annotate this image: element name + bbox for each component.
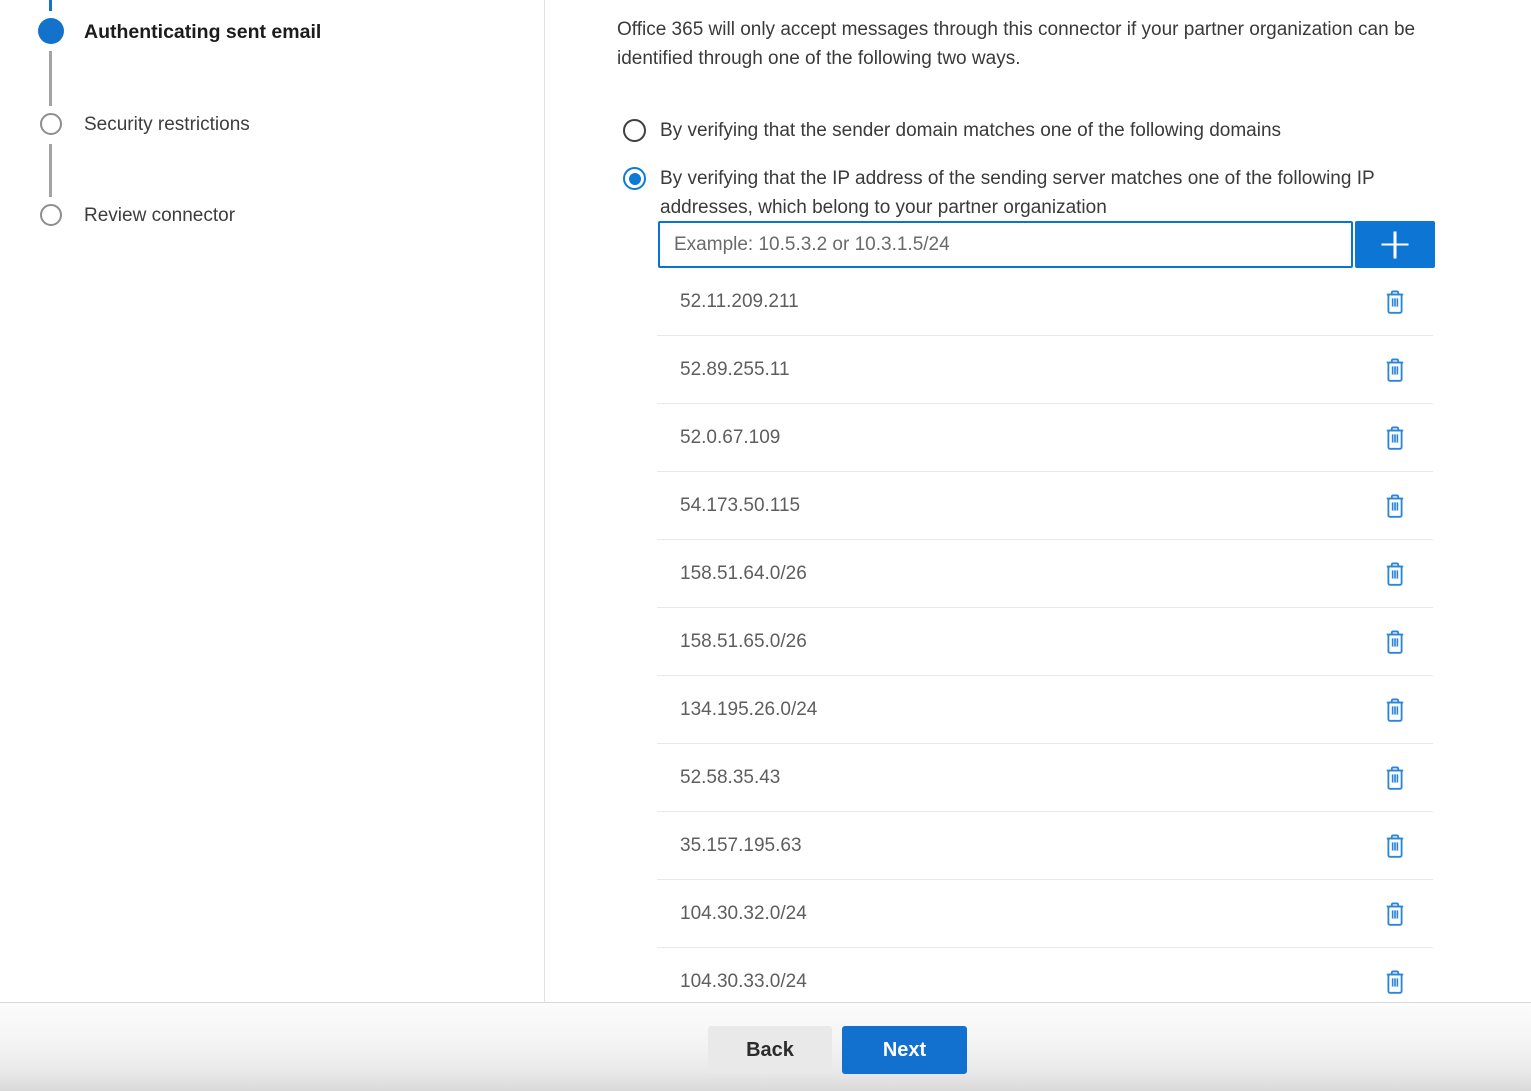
ip-row: 104.30.32.0/24 [657, 880, 1433, 948]
ip-row: 54.173.50.115 [657, 472, 1433, 540]
ip-row: 52.58.35.43 [657, 744, 1433, 812]
radio-ip-address-label[interactable]: By verifying that the IP address of the … [660, 165, 1375, 222]
ip-row: 35.157.195.63 [657, 812, 1433, 880]
ip-row: 158.51.64.0/26 [657, 540, 1433, 608]
ip-address: 104.30.32.0/24 [680, 903, 807, 925]
trash-icon [1384, 289, 1406, 315]
trash-icon [1384, 357, 1406, 383]
ip-address-list: 52.11.209.211 52.89.255.11 [657, 268, 1433, 1002]
ip-row: 104.30.33.0/24 [657, 948, 1433, 1002]
delete-ip-button[interactable] [1381, 627, 1409, 657]
next-button[interactable]: Next [842, 1026, 967, 1074]
plus-icon [1382, 231, 1409, 258]
ip-address: 54.173.50.115 [680, 495, 800, 517]
step-indicator-active [38, 18, 64, 44]
connector-wizard: Authenticating sent email Security restr… [0, 0, 1531, 1091]
trash-icon [1384, 425, 1406, 451]
trash-icon [1384, 493, 1406, 519]
trash-icon [1384, 901, 1406, 927]
trash-icon [1384, 629, 1406, 655]
ip-address: 158.51.64.0/26 [680, 563, 807, 585]
step-indicator-security-restrictions [40, 113, 62, 135]
ip-row: 52.89.255.11 [657, 336, 1433, 404]
delete-ip-button[interactable] [1381, 763, 1409, 793]
delete-ip-button[interactable] [1381, 831, 1409, 861]
ip-address: 134.195.26.0/24 [680, 699, 817, 721]
ip-address: 52.11.209.211 [680, 291, 799, 313]
ip-address-input[interactable] [658, 221, 1353, 268]
stepper-connector [49, 51, 52, 106]
step-authenticating-sent-email[interactable]: Authenticating sent email [84, 20, 321, 44]
delete-ip-button[interactable] [1381, 967, 1409, 997]
delete-ip-button[interactable] [1381, 491, 1409, 521]
step-content: Office 365 will only accept messages thr… [617, 0, 1531, 1002]
wizard-footer: Back Next [0, 1002, 1531, 1091]
ip-row: 52.11.209.211 [657, 268, 1433, 336]
ip-address: 104.30.33.0/24 [680, 971, 807, 993]
ip-address: 35.157.195.63 [680, 835, 802, 857]
ip-entry-row [658, 221, 1435, 268]
wizard-stepper: Authenticating sent email Security restr… [0, 0, 545, 1002]
delete-ip-button[interactable] [1381, 559, 1409, 589]
back-button[interactable]: Back [708, 1026, 832, 1074]
radio-sender-domain-label[interactable]: By verifying that the sender domain matc… [660, 117, 1281, 146]
ip-row: 52.0.67.109 [657, 404, 1433, 472]
delete-ip-button[interactable] [1381, 423, 1409, 453]
delete-ip-button[interactable] [1381, 355, 1409, 385]
ip-address: 158.51.65.0/26 [680, 631, 807, 653]
step-indicator-review-connector [40, 204, 62, 226]
ip-row: 134.195.26.0/24 [657, 676, 1433, 744]
radio-selected-dot [629, 173, 641, 185]
ip-address: 52.58.35.43 [680, 767, 780, 789]
delete-ip-button[interactable] [1381, 899, 1409, 929]
trash-icon [1384, 833, 1406, 859]
delete-ip-button[interactable] [1381, 287, 1409, 317]
trash-icon [1384, 765, 1406, 791]
step-review-connector[interactable]: Review connector [84, 204, 235, 228]
delete-ip-button[interactable] [1381, 695, 1409, 725]
trash-icon [1384, 561, 1406, 587]
stepper-connector-previous [49, 0, 52, 11]
trash-icon [1384, 969, 1406, 995]
radio-sender-domain[interactable] [623, 119, 646, 142]
ip-row: 158.51.65.0/26 [657, 608, 1433, 676]
ip-address: 52.89.255.11 [680, 359, 790, 381]
trash-icon [1384, 697, 1406, 723]
ip-address: 52.0.67.109 [680, 427, 780, 449]
intro-text: Office 365 will only accept messages thr… [617, 16, 1415, 73]
step-security-restrictions[interactable]: Security restrictions [84, 113, 250, 137]
add-ip-button[interactable] [1355, 221, 1435, 268]
radio-ip-address[interactable] [623, 167, 646, 190]
stepper-connector [49, 144, 52, 197]
